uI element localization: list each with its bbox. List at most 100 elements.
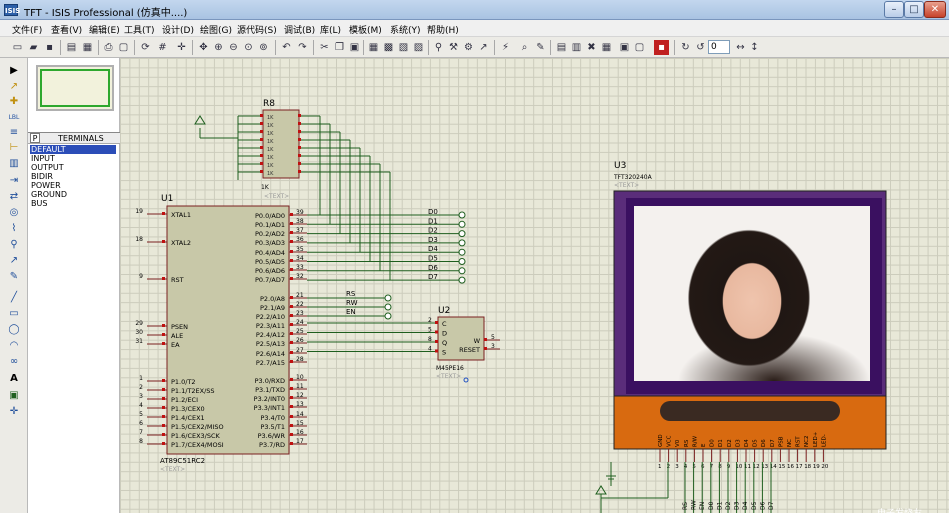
junction-dot-icon[interactable]: ✚ <box>6 95 22 108</box>
terminal-item-ground[interactable]: GROUND <box>30 190 116 199</box>
menu-file[interactable]: 文件(F) <box>12 23 42 36</box>
bus-icon[interactable]: ⊢ <box>6 141 22 154</box>
r8-pin-right <box>298 170 301 173</box>
packaging-icon[interactable]: ⚙ <box>461 40 476 55</box>
bom-icon[interactable]: ▥ <box>569 40 584 55</box>
selection-mode-icon[interactable]: ▶ <box>6 64 22 77</box>
new-icon[interactable]: ▭ <box>10 40 25 55</box>
pick-icon[interactable]: ⚲ <box>431 40 446 55</box>
path-icon[interactable]: ∞ <box>6 355 22 368</box>
tape-recorder-icon[interactable]: ⌇ <box>6 222 22 235</box>
menu-system[interactable]: 系统(Y) <box>390 23 421 36</box>
zoom-out-icon[interactable]: ⊖ <box>226 40 241 55</box>
menu-debug[interactable]: 调试(B) <box>284 23 315 36</box>
save-icon[interactable]: ▪ <box>42 40 57 55</box>
open-icon[interactable]: ▰ <box>26 40 41 55</box>
library-icon[interactable]: ▢ <box>632 40 647 55</box>
u1-left-pin-name: P1.0/T2 <box>171 378 196 386</box>
pan-icon[interactable]: ✥ <box>196 40 211 55</box>
u3-pin-number: 17 <box>796 464 803 470</box>
text-icon[interactable]: A <box>6 372 22 385</box>
circle-icon[interactable]: ◯ <box>6 323 22 336</box>
terminal-item-input[interactable]: INPUT <box>30 154 116 163</box>
mirror-v-icon[interactable]: ↕ <box>747 40 762 55</box>
pdf-icon[interactable]: ▪ <box>654 40 669 55</box>
component-mode-icon[interactable]: ↗ <box>6 80 22 93</box>
area-icon[interactable]: ▢ <box>116 40 131 55</box>
overview-window[interactable] <box>36 65 114 111</box>
line-icon[interactable]: ╱ <box>6 291 22 304</box>
mirror-h-icon[interactable]: ↔ <box>733 40 748 55</box>
decompose-icon[interactable]: ↗ <box>476 40 491 55</box>
wire-autorouter-icon[interactable]: ⚡ <box>498 40 513 55</box>
zoom-area-icon[interactable]: ⊚ <box>256 40 271 55</box>
refresh-icon[interactable]: ⟳ <box>138 40 153 55</box>
terminal-item-output[interactable]: OUTPUT <box>30 163 116 172</box>
zoom-all-icon[interactable]: ⊙ <box>241 40 256 55</box>
minimize-button[interactable]: – <box>884 1 904 18</box>
terminals-mode-icon[interactable]: ⇥ <box>6 174 22 187</box>
undo-icon[interactable]: ↶ <box>279 40 294 55</box>
menu-design[interactable]: 设计(D) <box>162 23 194 36</box>
terminal-item-bidir[interactable]: BIDIR <box>30 172 116 181</box>
block-move-icon[interactable]: ▩ <box>381 40 396 55</box>
rotation-angle-field[interactable]: 0 <box>708 40 730 54</box>
wire-label-icon[interactable]: LBL <box>6 111 22 124</box>
menu-template[interactable]: 模板(M) <box>349 23 382 36</box>
terminal-item-power[interactable]: POWER <box>30 181 116 190</box>
redo-icon[interactable]: ↷ <box>295 40 310 55</box>
marker-icon[interactable]: ✛ <box>6 405 22 418</box>
ares-icon[interactable]: ▦ <box>599 40 614 55</box>
make-device-icon[interactable]: ⚒ <box>446 40 461 55</box>
block-delete-icon[interactable]: ▨ <box>411 40 426 55</box>
u1-right-pin-marker <box>290 351 293 354</box>
copy-icon[interactable]: ❐ <box>332 40 347 55</box>
report-icon[interactable]: ▣ <box>617 40 632 55</box>
device-pins-icon[interactable]: ⇄ <box>6 190 22 203</box>
title-bar: ISIS TFT - ISIS Professional (仿真中....) –… <box>0 0 949 20</box>
property-icon[interactable]: ✎ <box>533 40 548 55</box>
menu-tools[interactable]: 工具(T) <box>124 23 155 36</box>
pick-button[interactable]: P <box>30 133 40 143</box>
erc-icon[interactable]: ✖ <box>584 40 599 55</box>
rotate-cw-icon[interactable]: ↻ <box>678 40 693 55</box>
u2-right-pin-marker <box>484 347 487 350</box>
export-icon[interactable]: ▦ <box>80 40 95 55</box>
schematic-canvas[interactable]: U1 AT89C51RC2 <TEXT> 19 XTAL1 18 XTAL2 9 RST 29 PS… <box>120 58 949 513</box>
menu-edit[interactable]: 编辑(E) <box>89 23 120 36</box>
block-copy-icon[interactable]: ▦ <box>366 40 381 55</box>
voltage-probe-icon[interactable]: ↗ <box>6 254 22 267</box>
u1-left-pin-name: P1.6/CEX3/SCK <box>171 432 221 440</box>
generator-icon[interactable]: ⚲ <box>6 238 22 251</box>
text-script-icon[interactable]: ≡ <box>6 126 22 139</box>
paste-icon[interactable]: ▣ <box>347 40 362 55</box>
terminal-item-default[interactable]: DEFAULT <box>30 145 116 154</box>
grid-icon[interactable]: # <box>155 40 170 55</box>
toolbar: ▭ ▰ ▪ ▤ ▦ ⎙ ▢ ⟳ # ✛ ✥ ⊕ ⊖ ⊙ ⊚ ↶ ↷ ✂ ❐ ▣ … <box>0 37 949 58</box>
menu-source[interactable]: 源代码(S) <box>237 23 277 36</box>
rotate-ccw-icon[interactable]: ↺ <box>693 40 708 55</box>
import-icon[interactable]: ▤ <box>64 40 79 55</box>
u2-left-pin-marker <box>435 330 438 334</box>
arc-icon[interactable]: ◠ <box>6 339 22 352</box>
zoom-in-icon[interactable]: ⊕ <box>211 40 226 55</box>
print-icon[interactable]: ⎙ <box>101 40 116 55</box>
symbol-icon[interactable]: ▣ <box>6 389 22 402</box>
virtual-instrument-icon[interactable]: ✎ <box>6 270 22 283</box>
menu-graph[interactable]: 绘图(G) <box>200 23 232 36</box>
subcircuit-icon[interactable]: ▥ <box>6 157 22 170</box>
origin-icon[interactable]: ✛ <box>174 40 189 55</box>
menu-help[interactable]: 帮助(H) <box>427 23 459 36</box>
graph-mode-icon[interactable]: ◎ <box>6 206 22 219</box>
u1-left-pin-marker <box>162 240 165 243</box>
cut-icon[interactable]: ✂ <box>317 40 332 55</box>
search-icon[interactable]: ⌕ <box>517 40 532 55</box>
terminal-item-bus[interactable]: BUS <box>30 199 116 208</box>
box-icon[interactable]: ▭ <box>6 307 22 320</box>
block-rotate-icon[interactable]: ▧ <box>396 40 411 55</box>
close-button[interactable]: ✕ <box>924 1 946 18</box>
netlist-icon[interactable]: ▤ <box>554 40 569 55</box>
menu-view[interactable]: 查看(V) <box>51 23 82 36</box>
menu-library[interactable]: 库(L) <box>320 23 341 36</box>
maximize-button[interactable]: □ <box>904 1 924 18</box>
